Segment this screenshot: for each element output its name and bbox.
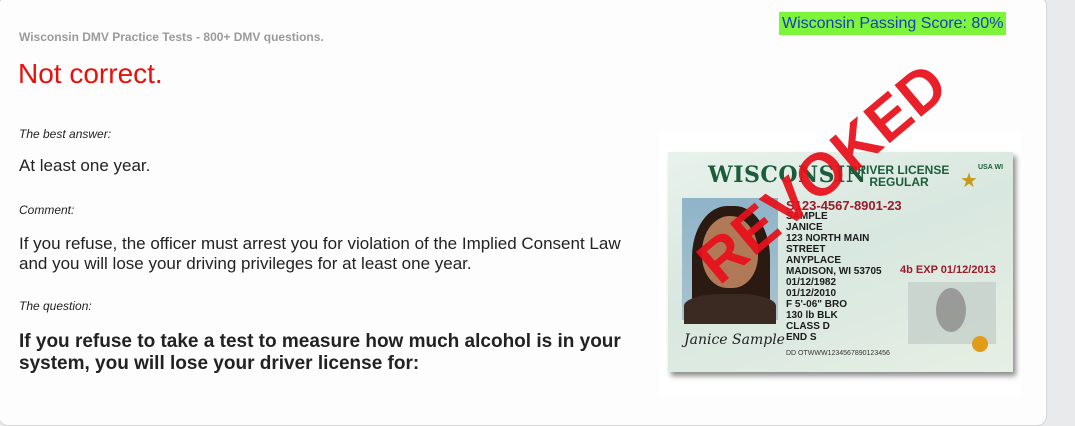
comment-label: Comment: (19, 203, 75, 217)
license-exp: 4b EXP 01/12/2013 (900, 264, 996, 276)
ghost-face-shape (936, 288, 966, 332)
site-subtitle: Wisconsin DMV Practice Tests - 800+ DMV … (19, 30, 324, 44)
license-ghost-photo (908, 282, 996, 344)
license-addr1: 123 NORTH MAIN STREET (786, 233, 870, 255)
license-wgt-hair: 130 lb BLK (786, 310, 838, 321)
answer-verdict: Not correct. (18, 58, 163, 89)
shoulders-shape (684, 294, 776, 324)
comment-text: If you refuse, the officer must arrest y… (19, 234, 621, 273)
best-answer-label: The best answer: (19, 127, 112, 141)
question-text: If you refuse to take a test to measure … (19, 331, 621, 374)
license-dob: 01/12/1982 (786, 277, 837, 288)
license-iss: 01/12/2010 (786, 288, 837, 299)
license-dd: DD OTWWW1234567890123456 (786, 350, 890, 357)
seal-icon (972, 336, 988, 352)
best-answer-text: At least one year. (19, 156, 151, 175)
passing-score-badge: Wisconsin Passing Score: 80% (779, 12, 1007, 35)
license-end: END S (786, 332, 817, 343)
license-class: CLASS D (786, 321, 830, 332)
license-usa: USA WI (978, 164, 1004, 171)
license-addr3: MADISON, WI 53705 (786, 266, 882, 277)
license-sex-hgt: F 5'-06" BRO (786, 299, 848, 310)
page-scrollbar[interactable] (1062, 0, 1075, 418)
star-icon: ★ (960, 170, 978, 192)
license-signature: Janice Sample (684, 332, 785, 348)
license-addr2: ANYPLACE (786, 255, 842, 266)
question-label: The question: (19, 299, 92, 313)
